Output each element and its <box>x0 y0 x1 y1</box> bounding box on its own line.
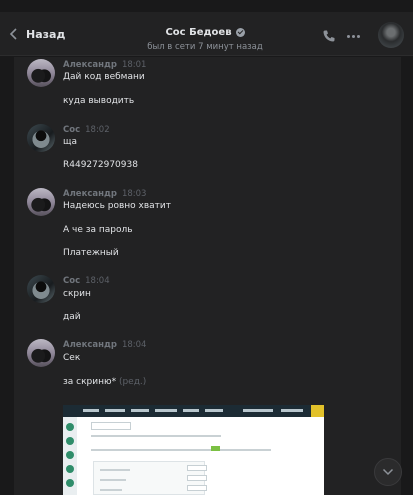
message-author[interactable]: Александр 18:03 <box>63 189 146 199</box>
message-time: 18:04 <box>121 340 147 350</box>
message-history[interactable]: Александр 18:01 Дай код вебмани куда выво… <box>14 57 401 495</box>
window-top-strip <box>0 0 413 12</box>
message-text: ща <box>63 137 77 147</box>
peer-info[interactable]: Сос Бедоев был в сети 7 минут назад <box>100 20 310 52</box>
message-text: за скриню* (ред.) <box>63 377 147 387</box>
phone-icon[interactable] <box>322 29 336 43</box>
peer-name: Сос Бедоев <box>165 27 232 38</box>
message-text: А че за пароль <box>63 225 133 235</box>
left-gutter <box>0 57 14 495</box>
message-time: 18:03 <box>121 189 147 199</box>
message-text: R449272970938 <box>63 160 138 170</box>
avatar[interactable] <box>27 124 55 152</box>
back-button[interactable]: Назад <box>8 22 65 46</box>
edited-label: (ред.) <box>118 377 147 387</box>
back-label: Назад <box>26 27 66 41</box>
message-time: 18:01 <box>121 60 147 70</box>
message-text: дай <box>63 312 81 322</box>
message-text: Сек <box>63 353 81 363</box>
avatar[interactable] <box>27 339 55 367</box>
message-author[interactable]: Александр 18:04 <box>63 340 146 350</box>
chat-header: Назад Сос Бедоев был в сети 7 минут наза… <box>0 12 413 56</box>
message-author[interactable]: Сос 18:02 <box>63 125 110 135</box>
screenshot-attachment[interactable] <box>63 405 324 495</box>
message-text: скрин <box>63 289 91 299</box>
message-text: куда выводить <box>63 96 135 106</box>
chevron-left-icon <box>9 28 17 40</box>
message-author[interactable]: Александр 18:01 <box>63 60 146 70</box>
verified-icon <box>235 28 245 37</box>
chevron-down-icon <box>382 468 394 476</box>
message-text: Платежный <box>63 248 119 258</box>
right-gutter <box>401 57 413 495</box>
message-text: Дай код вебмани <box>63 72 145 82</box>
scroll-down-button[interactable] <box>374 458 402 486</box>
avatar[interactable] <box>27 275 55 303</box>
more-dots-icon[interactable] <box>347 29 361 43</box>
message-time: 18:04 <box>85 276 110 286</box>
avatar[interactable] <box>27 59 55 87</box>
message-text: Надеюсь ровно хватит <box>63 201 171 211</box>
peer-avatar[interactable] <box>378 22 404 48</box>
message-author[interactable]: Сос 18:04 <box>63 276 110 286</box>
peer-status: был в сети 7 минут назад <box>147 42 263 52</box>
avatar[interactable] <box>27 188 55 216</box>
message-time: 18:02 <box>85 125 110 135</box>
